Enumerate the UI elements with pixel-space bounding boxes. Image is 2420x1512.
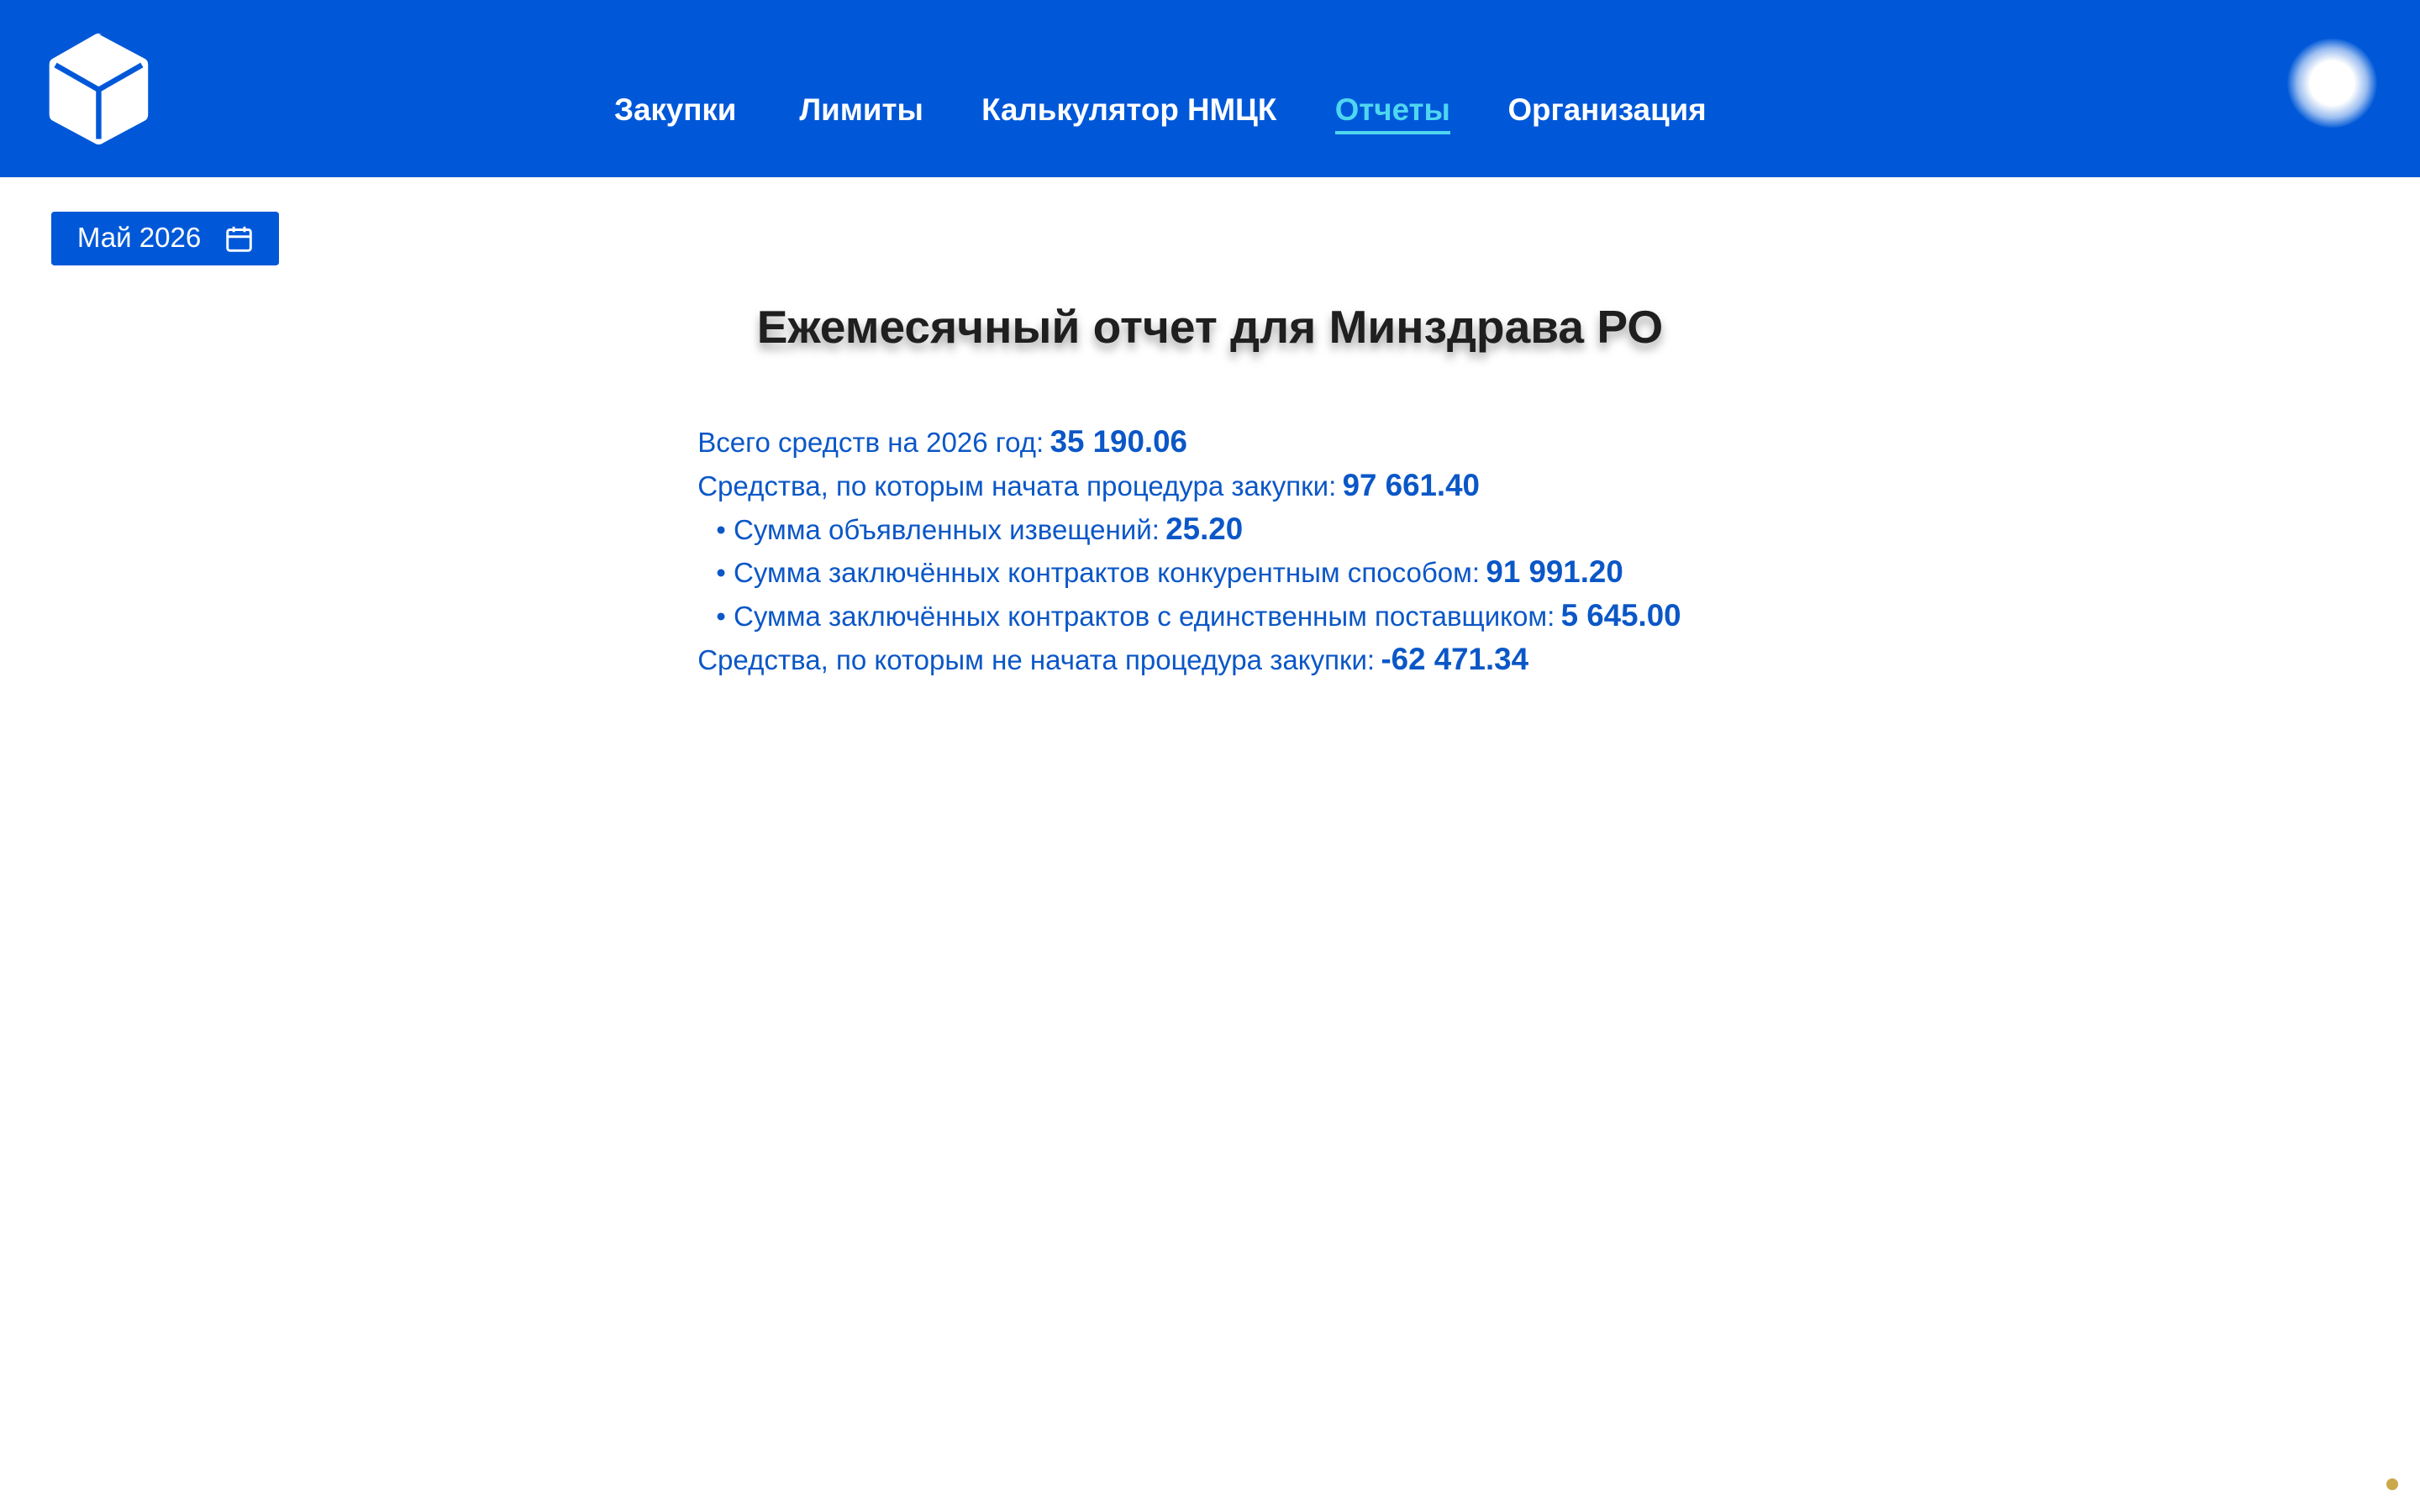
calendar-icon xyxy=(226,226,252,252)
report-row-single-supplier-contracts: • Сумма заключённых контрактов с единств… xyxy=(697,594,1681,638)
row-value: 5 645.00 xyxy=(1560,598,1681,633)
report-row-procurement-started: Средства, по которым начата процедура за… xyxy=(697,464,1681,507)
period-picker-button[interactable]: Май 2026 xyxy=(50,211,280,265)
status-dot xyxy=(2386,1478,2399,1491)
report-summary: Всего средств на 2026 год: 35 190.06 Сред… xyxy=(697,420,1681,682)
nav-item-limits[interactable]: Лимиты xyxy=(799,90,923,130)
row-value: 35 190.06 xyxy=(1050,423,1187,459)
row-label: Средства, по которым не начата процедура… xyxy=(697,645,1376,677)
nav-item-nmck-calculator[interactable]: Калькулятор НМЦК xyxy=(981,90,1276,130)
report-row-total-funds: Всего средств на 2026 год: 35 190.06 xyxy=(697,420,1681,464)
report-row-announced-notices: • Сумма объявленных извещений: 25.20 xyxy=(697,507,1681,551)
row-label: • Сумма объявленных извещений: xyxy=(716,514,1160,546)
report-row-competitive-contracts: • Сумма заключённых контрактов конкурент… xyxy=(697,550,1681,594)
row-value: 25.20 xyxy=(1165,511,1244,546)
top-navbar: Закупки Лимиты Калькулятор НМЦК Отчеты О… xyxy=(0,0,2420,178)
row-value: 97 661.40 xyxy=(1342,467,1480,502)
avatar[interactable] xyxy=(2286,38,2377,129)
report-title: Ежемесячный отчет для Минздрава РО xyxy=(756,300,1664,353)
row-label: Средства, по которым начата процедура за… xyxy=(697,470,1337,502)
row-label: Всего средств на 2026 год: xyxy=(697,427,1044,459)
row-label: • Сумма заключённых контрактов с единств… xyxy=(716,601,1555,633)
nav-item-reports[interactable]: Отчеты xyxy=(1334,90,1450,134)
period-picker-label: Май 2026 xyxy=(76,222,202,254)
main-nav: Закупки Лимиты Калькулятор НМЦК Отчеты О… xyxy=(0,0,2420,177)
row-value: -62 471.34 xyxy=(1381,642,1529,677)
row-value: 91 991.20 xyxy=(1486,554,1623,590)
row-label: • Сумма заключённых контрактов конкурент… xyxy=(716,558,1481,590)
nav-item-purchases[interactable]: Закупки xyxy=(614,90,736,130)
nav-item-organization[interactable]: Организация xyxy=(1507,90,1706,130)
report-row-procurement-not-started: Средства, по которым не начата процедура… xyxy=(697,638,1681,681)
